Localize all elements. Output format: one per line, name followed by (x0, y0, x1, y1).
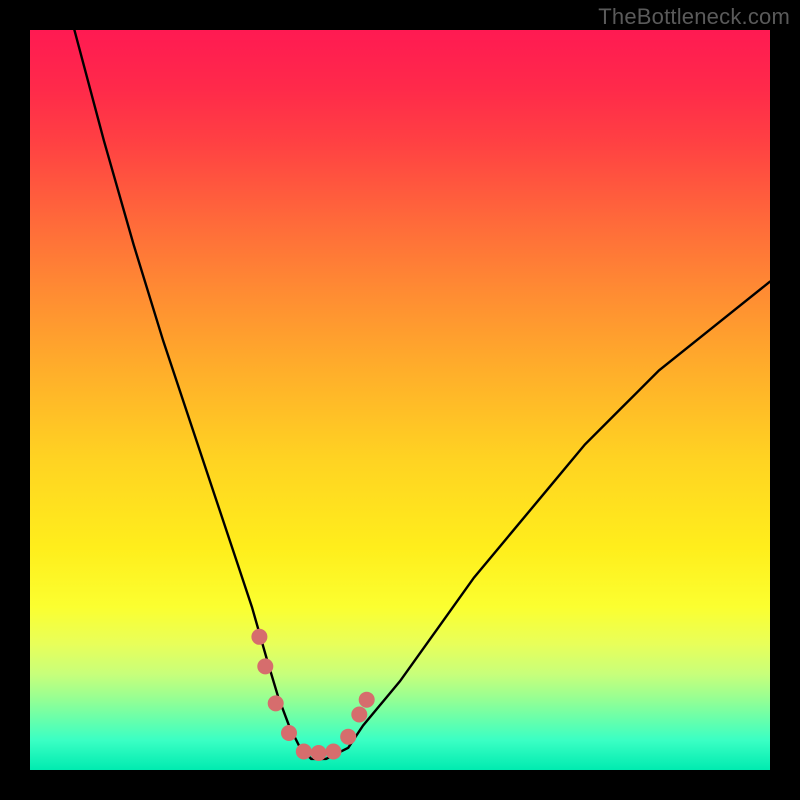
highlight-marker (340, 729, 356, 745)
highlight-marker (268, 695, 284, 711)
highlight-marker (296, 744, 312, 760)
plot-area (30, 30, 770, 770)
highlight-marker (281, 725, 297, 741)
highlight-marker (359, 692, 375, 708)
chart-svg (30, 30, 770, 770)
highlight-marker (257, 658, 273, 674)
highlight-marker (251, 629, 267, 645)
highlight-marker (311, 745, 327, 761)
chart-frame: TheBottleneck.com (0, 0, 800, 800)
highlight-marker (351, 707, 367, 723)
watermark-text: TheBottleneck.com (598, 4, 790, 30)
marker-group (251, 629, 374, 761)
highlight-marker (325, 744, 341, 760)
bottleneck-curve-path (74, 30, 770, 759)
